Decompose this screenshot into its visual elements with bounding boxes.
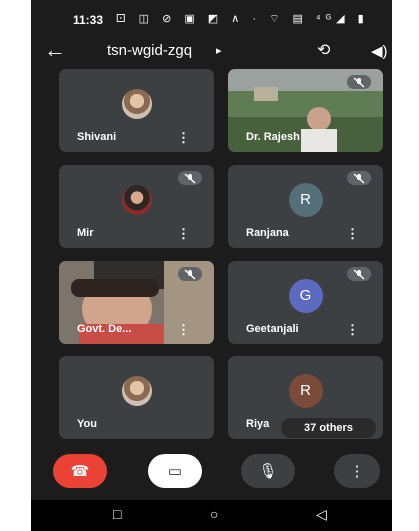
meeting-info-chevron-icon[interactable]: ▸ — [216, 44, 222, 57]
participant-avatar — [121, 88, 152, 119]
recents-icon[interactable]: □ — [113, 506, 121, 522]
muted-mic-icon — [178, 267, 202, 281]
participant-tile-shivani[interactable]: Shivani ⋮ — [59, 69, 214, 152]
system-nav-bar: □ ○ ◁ — [31, 500, 392, 531]
participant-name: Dr. Rajesh — [246, 131, 300, 143]
participant-tile-dr-rajesh[interactable]: Dr. Rajesh — [228, 69, 383, 152]
participant-name: Geetanjali — [246, 323, 299, 335]
more-options-button[interactable]: ⋮ — [334, 454, 380, 488]
back-arrow-icon[interactable]: ← — [44, 39, 66, 61]
participant-initial-avatar: R — [288, 182, 323, 217]
tile-more-icon[interactable]: ⋮ — [346, 323, 359, 336]
camera-off-icon: ▭ — [167, 463, 183, 480]
camera-toggle-button[interactable]: ▭ — [148, 454, 202, 488]
participant-name: Ranjana — [246, 227, 289, 239]
meeting-code[interactable]: tsn-wgid-zgq — [107, 42, 192, 59]
participant-tile-you[interactable]: You — [59, 356, 214, 439]
back-icon[interactable]: ◁ — [316, 506, 327, 523]
end-call-button[interactable]: ☎ — [53, 454, 107, 488]
status-bar: 11:33 ⚀ ◫ ⊘ ▣ ◩ ∧ · ⌔ ▤ ⁴ᴳ◢ ▮ — [31, 0, 392, 38]
call-controls: ☎ ▭ 🎙 ⋮ — [31, 454, 392, 492]
status-icons: ⚀ ◫ ⊘ ▣ ◩ ∧ · ⌔ ▤ ⁴ᴳ◢ ▮ — [116, 13, 369, 25]
mic-icon: 🎙 — [258, 463, 278, 480]
muted-mic-icon — [178, 171, 202, 185]
muted-mic-icon — [347, 75, 371, 89]
participant-initial-avatar: G — [288, 278, 323, 313]
participant-tile-ranjana[interactable]: R Ranjana ⋮ — [228, 165, 383, 248]
participant-initial-avatar: R — [288, 373, 323, 408]
participant-avatar — [121, 375, 152, 406]
home-icon[interactable]: ○ — [210, 506, 218, 522]
switch-camera-icon[interactable]: ⟲ — [317, 40, 330, 60]
participant-avatar — [121, 184, 152, 215]
audio-output-icon[interactable]: ◀) — [371, 42, 388, 60]
participant-name: Mir — [77, 227, 94, 239]
muted-mic-icon — [347, 267, 371, 281]
end-call-icon: ☎ — [70, 463, 90, 480]
participant-name: Riya — [246, 418, 270, 430]
mic-toggle-button[interactable]: 🎙 — [241, 454, 295, 488]
tile-more-icon[interactable]: ⋮ — [346, 227, 359, 240]
participant-tile-geetanjali[interactable]: G Geetanjali ⋮ — [228, 261, 383, 344]
participant-tile-govt[interactable]: Govt. De... ⋮ — [59, 261, 214, 344]
status-time: 11:33 — [73, 13, 104, 27]
phone-screen: 11:33 ⚀ ◫ ⊘ ▣ ◩ ∧ · ⌔ ▤ ⁴ᴳ◢ ▮ ← tsn-wgid… — [31, 0, 392, 531]
muted-mic-icon — [347, 171, 371, 185]
tile-more-icon[interactable]: ⋮ — [177, 323, 190, 336]
more-vert-icon: ⋮ — [349, 463, 365, 480]
others-count-chip[interactable]: 37 others — [281, 418, 376, 438]
tile-more-icon[interactable]: ⋮ — [177, 131, 190, 144]
participant-tile-mir[interactable]: Mir ⋮ — [59, 165, 214, 248]
participant-name: You — [77, 418, 97, 430]
participant-name: Shivani — [77, 131, 117, 143]
tile-more-icon[interactable]: ⋮ — [177, 227, 190, 240]
participant-name: Govt. De... — [77, 323, 132, 335]
